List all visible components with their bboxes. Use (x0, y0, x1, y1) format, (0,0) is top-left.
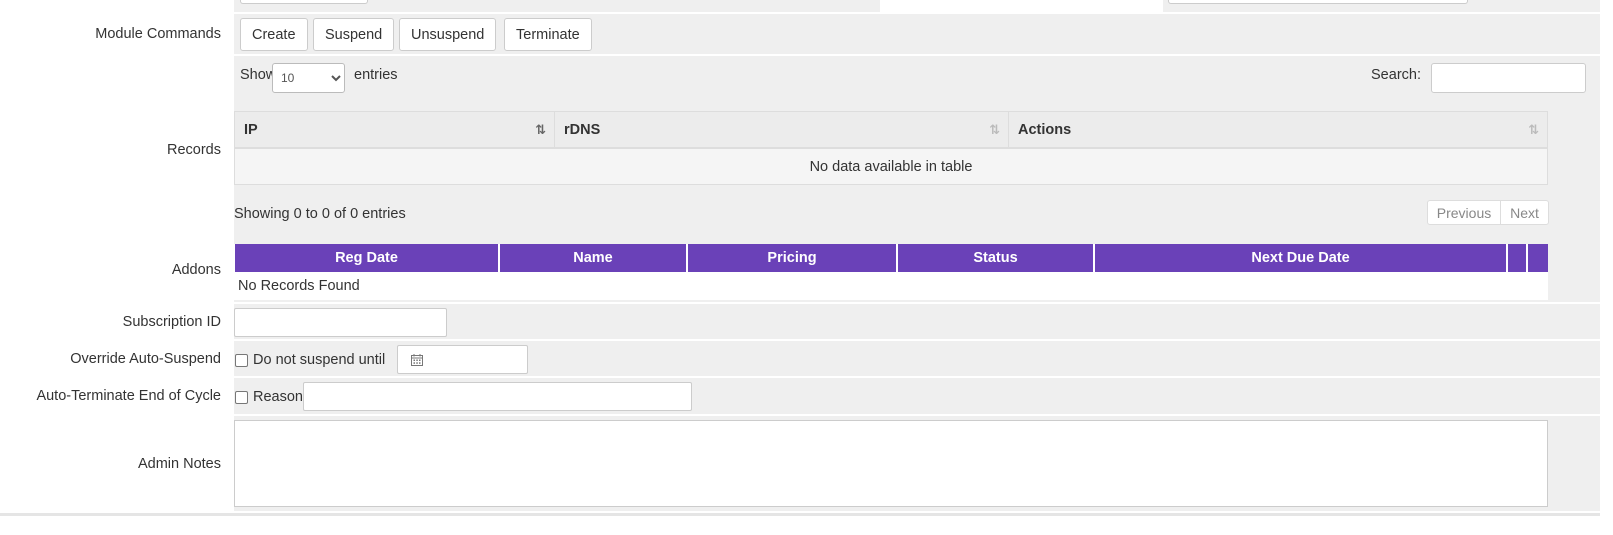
auto-terminate-checkbox-label: Reason (253, 389, 303, 405)
search-label: Search: (1371, 67, 1421, 83)
auto-terminate-field: Reason (234, 378, 1600, 414)
override-auto-suspend-label: Override Auto-Suspend (0, 341, 228, 376)
subscription-id-label: Subscription ID (0, 304, 228, 339)
records-field: Show 10 entries Search: IP ⇅ rDNS ⇅ Acti… (234, 56, 1600, 243)
previous-input[interactable] (240, 0, 368, 4)
addons-header-blank-1 (1508, 244, 1526, 272)
records-empty-row: No data available in table (234, 149, 1548, 185)
suspend-button[interactable]: Suspend (313, 18, 395, 51)
auto-terminate-label: Auto-Terminate End of Cycle (0, 378, 228, 414)
previous-input-right[interactable] (1168, 0, 1468, 4)
admin-notes-textarea[interactable] (234, 420, 1548, 507)
next-page-button[interactable]: Next (1500, 200, 1549, 225)
addons-field: Reg Date Name Pricing Status Next Due Da… (234, 238, 1600, 302)
addons-header-blank-2 (1528, 244, 1548, 272)
column-header-actions-label: Actions (1018, 122, 1072, 138)
module-commands-label: Module Commands (0, 14, 228, 54)
suspend-until-date-input[interactable] (397, 345, 528, 374)
auto-terminate-row: Auto-Terminate End of Cycle Reason (0, 378, 1600, 414)
module-commands-field: Create Suspend Unsuspend Terminate (234, 14, 1600, 54)
unsuspend-button[interactable]: Unsuspend (399, 18, 497, 51)
sort-icon: ⇅ (1528, 122, 1539, 137)
records-label: Records (0, 56, 228, 243)
admin-notes-field (234, 416, 1600, 511)
addons-empty-row: No Records Found (234, 272, 1548, 300)
subscription-id-input[interactable] (234, 308, 447, 337)
subscription-row: Subscription ID (0, 304, 1600, 339)
column-header-ip-label: IP (244, 122, 258, 138)
entries-label: entries (354, 67, 398, 83)
column-header-rdns-label: rDNS (564, 122, 601, 138)
previous-row-remnant (0, 0, 1600, 12)
column-header-ip[interactable]: IP ⇅ (235, 112, 555, 148)
admin-notes-label: Admin Notes (0, 416, 228, 511)
previous-page-button[interactable]: Previous (1427, 200, 1501, 225)
addons-header-status: Status (898, 244, 1093, 272)
addons-header-pricing: Pricing (688, 244, 896, 272)
auto-terminate-checkbox[interactable] (235, 391, 248, 404)
right-margin (1600, 0, 1613, 535)
column-header-actions[interactable]: Actions ⇅ (1009, 112, 1547, 148)
module-commands-row: Module Commands Create Suspend Unsuspend… (0, 14, 1600, 54)
search-input[interactable] (1431, 63, 1586, 93)
sort-ascending-icon: ⇅ (535, 122, 546, 137)
records-row: Records Show 10 entries Search: IP ⇅ rDN… (0, 56, 1600, 243)
addons-header-next-due-date: Next Due Date (1095, 244, 1506, 272)
column-header-rdns[interactable]: rDNS ⇅ (555, 112, 1009, 148)
calendar-icon (411, 354, 423, 366)
bottom-border (0, 513, 1613, 516)
terminate-reason-input[interactable] (303, 382, 692, 411)
sort-icon: ⇅ (989, 122, 1000, 137)
create-button[interactable]: Create (240, 18, 308, 51)
addons-table-header: Reg Date Name Pricing Status Next Due Da… (234, 244, 1548, 272)
addons-row: Addons Reg Date Name Pricing Status Next… (0, 238, 1600, 302)
override-suspend-row: Override Auto-Suspend Do not suspend unt… (0, 341, 1600, 376)
addons-header-reg-date: Reg Date (235, 244, 498, 272)
addons-header-name: Name (500, 244, 686, 272)
records-info: Showing 0 to 0 of 0 entries (234, 206, 406, 222)
override-suspend-field: Do not suspend until (234, 341, 1600, 376)
subscription-field (234, 304, 1600, 339)
records-table-header: IP ⇅ rDNS ⇅ Actions ⇅ (234, 111, 1548, 149)
admin-notes-row: Admin Notes (0, 416, 1600, 511)
addons-label: Addons (0, 238, 228, 302)
show-label: Show (240, 67, 277, 83)
override-suspend-checkbox-label: Do not suspend until (253, 352, 386, 368)
entries-select[interactable]: 10 (272, 63, 345, 93)
terminate-button[interactable]: Terminate (504, 18, 592, 51)
override-suspend-checkbox[interactable] (235, 354, 248, 367)
